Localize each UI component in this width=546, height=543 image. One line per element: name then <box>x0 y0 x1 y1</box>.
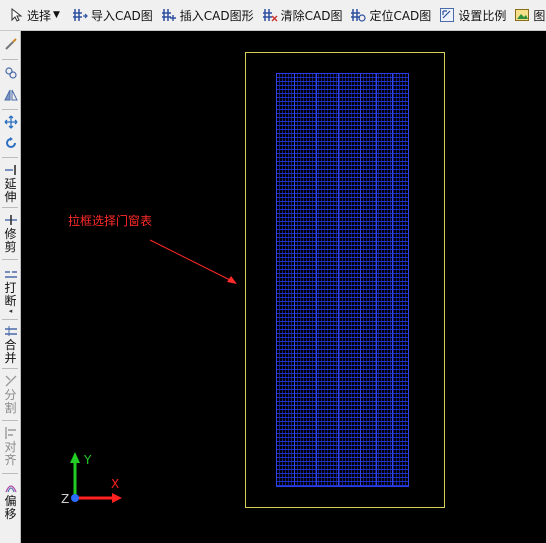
axis-z-label: Z <box>61 492 69 506</box>
canvas-overlay: Y X Z <box>61 239 237 506</box>
axis-x-label: X <box>111 477 119 491</box>
annotation-arrow <box>149 239 237 284</box>
axis-y-label: Y <box>83 453 92 467</box>
